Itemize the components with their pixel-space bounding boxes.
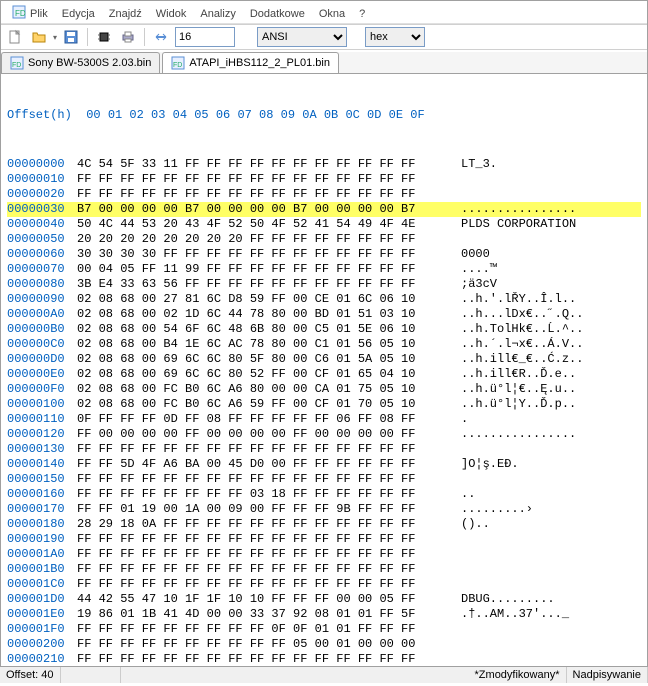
hex-row[interactable]: 00000160 FF FF FF FF FF FF FF FF 03 18 F… bbox=[7, 487, 641, 502]
hex-row[interactable]: 00000130 FF FF FF FF FF FF FF FF FF FF F… bbox=[7, 442, 641, 457]
hex-row[interactable]: 000001C0 FF FF FF FF FF FF FF FF FF FF F… bbox=[7, 577, 641, 592]
hex-row[interactable]: 00000060 30 30 30 30 FF FF FF FF FF FF F… bbox=[7, 247, 641, 262]
hex-row[interactable]: 00000190 FF FF FF FF FF FF FF FF FF FF F… bbox=[7, 532, 641, 547]
hex-row[interactable]: 00000030 B7 00 00 00 00 B7 00 00 00 00 B… bbox=[7, 202, 641, 217]
hex-row[interactable]: 00000090 02 08 68 00 27 81 6C D8 59 FF 0… bbox=[7, 292, 641, 307]
hex-row[interactable]: 00000140 FF FF 5D 4F A6 BA 00 45 D0 00 F… bbox=[7, 457, 641, 472]
hex-row[interactable]: 000001A0 FF FF FF FF FF FF FF FF FF FF F… bbox=[7, 547, 641, 562]
hex-row[interactable]: 000000D0 02 08 68 00 69 6C 6C 80 5F 80 0… bbox=[7, 352, 641, 367]
hex-row[interactable]: 00000040 50 4C 44 53 20 43 4F 52 50 4F 5… bbox=[7, 217, 641, 232]
menu-items: Plik Edycja Znajdź Widok Analizy Dodatko… bbox=[1, 4, 647, 25]
hex-row[interactable]: 00000170 FF FF 01 19 00 1A 00 09 00 FF F… bbox=[7, 502, 641, 517]
width-icon[interactable] bbox=[151, 27, 171, 47]
hex-row[interactable]: 00000110 0F FF FF FF 0D FF 08 FF FF FF F… bbox=[7, 412, 641, 427]
toolbar: ▾ ANSI hex bbox=[1, 25, 647, 50]
status-offset: Offset: 40 bbox=[0, 667, 61, 683]
separator bbox=[87, 28, 88, 46]
menu-plik[interactable]: Plik bbox=[23, 6, 55, 22]
svg-text:FD: FD bbox=[12, 62, 21, 69]
bytes-per-line-input[interactable] bbox=[175, 27, 235, 47]
menu-analizy[interactable]: Analizy bbox=[193, 6, 242, 22]
open-folder-icon[interactable] bbox=[29, 27, 49, 47]
base-select[interactable]: hex bbox=[365, 27, 425, 47]
tab-atapi[interactable]: FD ATAPI_iHBS112_2_PL01.bin bbox=[162, 52, 339, 73]
separator bbox=[144, 28, 145, 46]
save-icon[interactable] bbox=[61, 27, 81, 47]
charset-select[interactable]: ANSI bbox=[257, 27, 347, 47]
hex-row[interactable]: 00000010 FF FF FF FF FF FF FF FF FF FF F… bbox=[7, 172, 641, 187]
hex-row[interactable]: 00000000 4C 54 5F 33 11 FF FF FF FF FF F… bbox=[7, 157, 641, 172]
menu-widok[interactable]: Widok bbox=[149, 6, 194, 22]
hex-row[interactable]: 00000200 FF FF FF FF FF FF FF FF FF FF 0… bbox=[7, 637, 641, 652]
chip-icon[interactable] bbox=[94, 27, 114, 47]
hex-row[interactable]: 00000070 00 04 05 FF 11 99 FF FF FF FF F… bbox=[7, 262, 641, 277]
menu-okna[interactable]: Okna bbox=[312, 6, 352, 22]
tab-label: ATAPI_iHBS112_2_PL01.bin bbox=[189, 57, 330, 69]
hex-row[interactable]: 00000210 FF FF FF FF FF FF FF FF FF FF F… bbox=[7, 652, 641, 667]
hex-row[interactable]: 000001F0 FF FF FF FF FF FF FF FF FF 0F 0… bbox=[7, 622, 641, 637]
status-modified: *Zmodyfikowany* bbox=[469, 667, 567, 683]
print-icon[interactable] bbox=[118, 27, 138, 47]
hex-row[interactable]: 00000020 FF FF FF FF FF FF FF FF FF FF F… bbox=[7, 187, 641, 202]
status-mode: Nadpisywanie bbox=[567, 667, 648, 683]
menu-edycja[interactable]: Edycja bbox=[55, 6, 102, 22]
tab-sony[interactable]: FD Sony BW-5300S 2.03.bin bbox=[1, 52, 160, 73]
status-empty bbox=[61, 667, 121, 683]
menu-help[interactable]: ? bbox=[352, 6, 372, 22]
tab-bar: FD Sony BW-5300S 2.03.bin FD ATAPI_iHBS1… bbox=[1, 52, 647, 74]
hex-row[interactable]: 00000100 02 08 68 00 FC B0 6C A6 59 FF 0… bbox=[7, 397, 641, 412]
hex-row[interactable]: 000001B0 FF FF FF FF FF FF FF FF FF FF F… bbox=[7, 562, 641, 577]
hex-row[interactable]: 000001E0 19 86 01 1B 41 4D 00 00 33 37 9… bbox=[7, 607, 641, 622]
hex-row[interactable]: 000001D0 44 42 55 47 10 1F 1F 10 10 FF F… bbox=[7, 592, 641, 607]
hex-row[interactable]: 00000180 28 29 18 0A FF FF FF FF FF FF F… bbox=[7, 517, 641, 532]
tab-label: Sony BW-5300S 2.03.bin bbox=[28, 57, 151, 69]
file-icon: FD bbox=[10, 56, 24, 70]
hex-view[interactable]: Offset(h) 00 01 02 03 04 05 06 07 08 09 … bbox=[1, 74, 647, 686]
hex-row[interactable]: 000000A0 02 08 68 00 02 1D 6C 44 78 80 0… bbox=[7, 307, 641, 322]
svg-text:FD: FD bbox=[173, 62, 182, 69]
hex-row[interactable]: 00000150 FF FF FF FF FF FF FF FF FF FF F… bbox=[7, 472, 641, 487]
hex-header: Offset(h) 00 01 02 03 04 05 06 07 08 09 … bbox=[7, 108, 641, 123]
hex-row[interactable]: 00000050 20 20 20 20 20 20 20 20 FF FF F… bbox=[7, 232, 641, 247]
hex-row[interactable]: 000000C0 02 08 68 00 B4 1E 6C AC 78 80 0… bbox=[7, 337, 641, 352]
menu-dodatkowe[interactable]: Dodatkowe bbox=[243, 6, 312, 22]
hex-row[interactable]: 000000F0 02 08 68 00 FC B0 6C A6 80 00 0… bbox=[7, 382, 641, 397]
status-bar: Offset: 40 *Zmodyfikowany* Nadpisywanie bbox=[0, 666, 648, 683]
new-file-icon[interactable] bbox=[5, 27, 25, 47]
file-icon: FD bbox=[171, 56, 185, 70]
hex-row[interactable]: 000000B0 02 08 68 00 54 6F 6C 48 6B 80 0… bbox=[7, 322, 641, 337]
hex-row[interactable]: 00000120 FF 00 00 00 00 FF 00 00 00 00 F… bbox=[7, 427, 641, 442]
hex-row[interactable]: 000000E0 02 08 68 00 69 6C 6C 80 52 FF 0… bbox=[7, 367, 641, 382]
menu-znajdz[interactable]: Znajdź bbox=[102, 6, 149, 22]
hex-row[interactable]: 00000080 3B E4 33 63 56 FF FF FF FF FF F… bbox=[7, 277, 641, 292]
